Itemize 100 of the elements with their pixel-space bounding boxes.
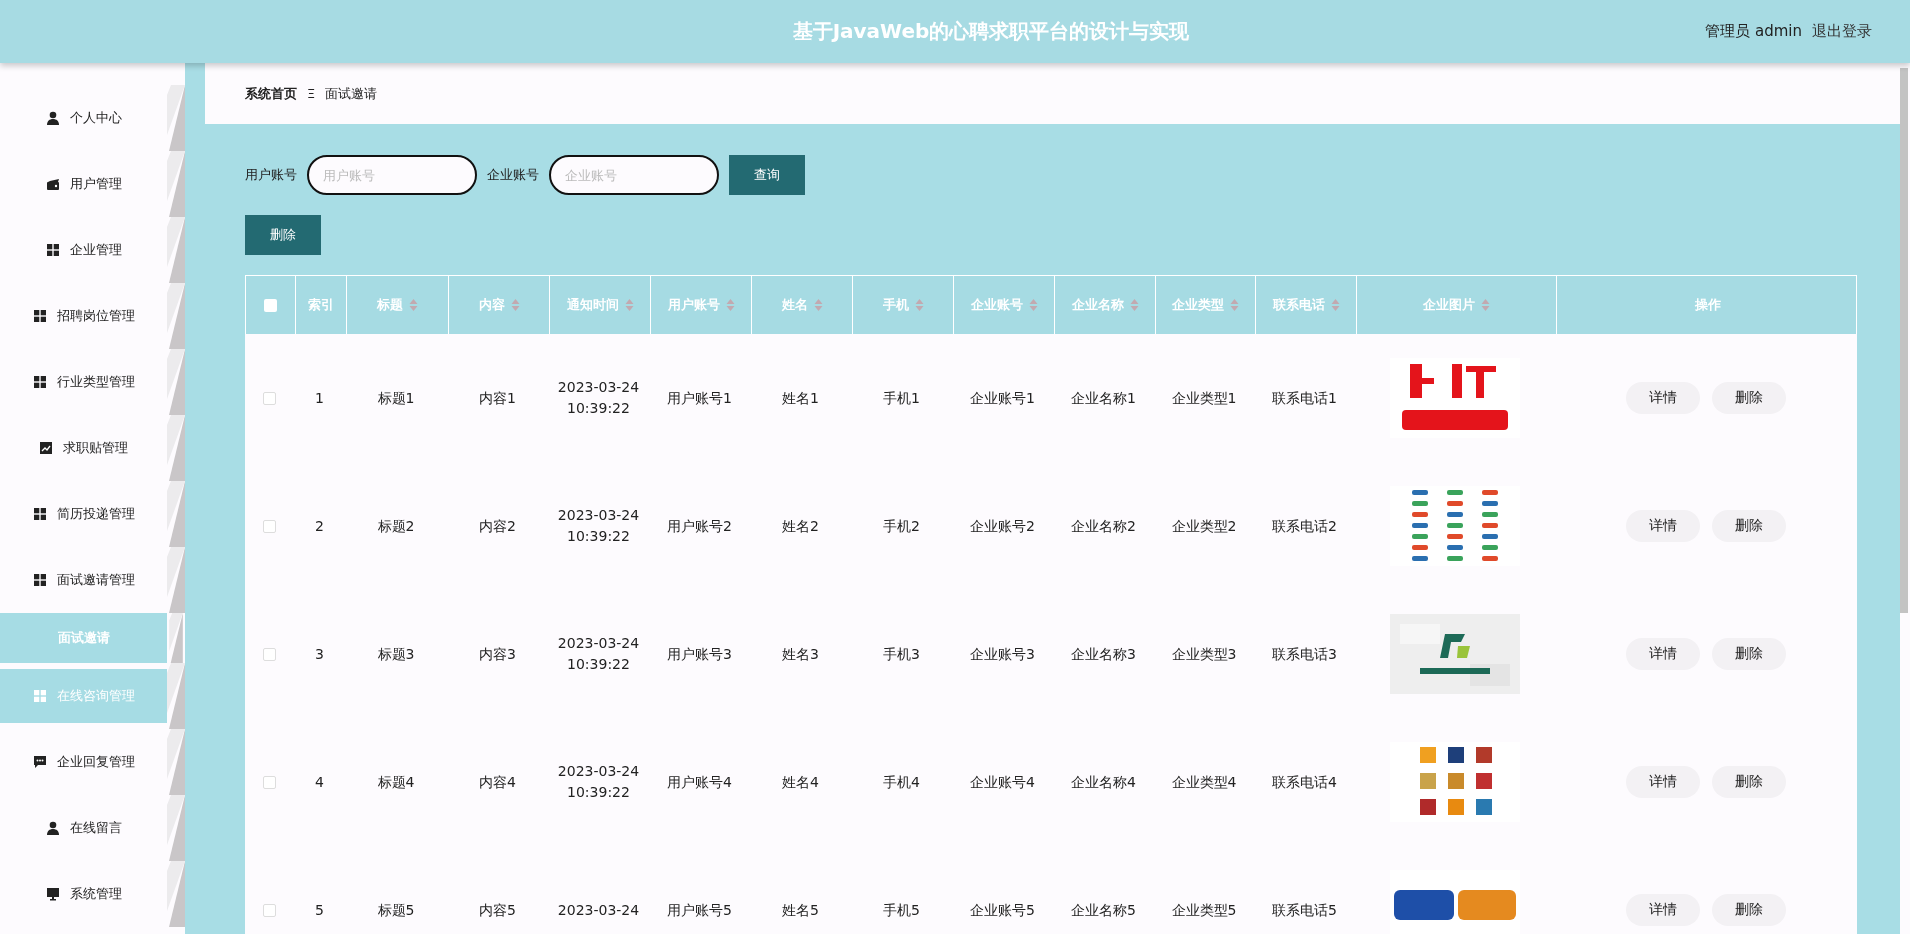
table-cell-text: 企业类型2	[1171, 516, 1237, 536]
sort-icon	[1481, 298, 1490, 312]
table-cell-text: 内容2	[479, 516, 516, 536]
delete-button[interactable]: 删除	[245, 215, 321, 255]
table-cell-text: 企业名称4	[1071, 772, 1136, 792]
sidebar-item[interactable]: 系统管理	[0, 861, 167, 927]
sidebar-item[interactable]: 企业回复管理	[0, 729, 167, 795]
table-cell-text: 联系电话1	[1272, 388, 1337, 408]
user-label: 管理员 admin	[1705, 22, 1802, 41]
table-cell-text: 手机1	[883, 388, 920, 408]
table-cell-text: 企业账号2	[970, 516, 1035, 536]
table-cell-text: 2023-03-24 10:39:22	[556, 506, 641, 546]
checkbox[interactable]	[263, 391, 276, 405]
stripe-decoration	[167, 283, 185, 349]
table-cell-text: 联系电话2	[1272, 516, 1337, 536]
search-field[interactable]: 用户账号	[307, 155, 477, 195]
stripe-decoration	[167, 415, 185, 481]
sort-icon	[1028, 298, 1038, 312]
table-cell-text: 内容4	[479, 772, 516, 792]
checkbox[interactable]	[263, 519, 276, 533]
table-cell-text: 4	[315, 772, 324, 792]
sidebar-item[interactable]: 求职贴管理	[0, 415, 167, 481]
table-cell-text: 3	[315, 644, 324, 664]
grid-icon	[45, 243, 60, 257]
table-cell-text: 企业名称1	[1071, 388, 1136, 408]
checkbox[interactable]	[263, 647, 276, 661]
delete-button[interactable]: 删除	[1712, 638, 1786, 670]
delete-button[interactable]: 删除	[1712, 510, 1786, 542]
table-cell-text: 用户账号2	[667, 516, 732, 536]
table-cell-text: 1	[315, 388, 324, 408]
stripe-decoration	[167, 861, 185, 927]
sort-icon	[1230, 298, 1239, 312]
wallet-icon	[45, 177, 60, 191]
table-cell-text: 2	[315, 516, 324, 536]
stripe-decoration	[167, 349, 185, 415]
table-cell-text: 姓名3	[782, 644, 819, 664]
sidebar-item[interactable]: 行业类型管理	[0, 349, 167, 415]
stripe-decoration	[167, 547, 185, 613]
grid-icon	[32, 507, 47, 521]
table-cell-text: 标题5	[377, 900, 415, 920]
sort-icon	[510, 298, 520, 312]
delete-button[interactable]: 删除	[1712, 766, 1786, 798]
table-cell-text: 企业名称3	[1071, 644, 1136, 664]
table-cell-text: 企业类型5	[1171, 900, 1237, 920]
logout-link[interactable]: 退出登录	[1812, 22, 1872, 41]
table-cell-text: 内容3	[479, 644, 516, 664]
delete-button[interactable]: 删除	[1712, 894, 1786, 926]
sort-icon	[914, 298, 924, 312]
monitor-icon	[45, 887, 60, 901]
breadcrumb-current: 面试邀请	[325, 84, 378, 103]
scrollbar[interactable]	[1900, 68, 1908, 613]
table-cell-text: 姓名4	[782, 772, 819, 792]
grid-icon	[32, 309, 47, 323]
table-cell-text: 用户账号5	[667, 900, 732, 920]
table-cell-text: 企业账号1	[970, 388, 1035, 408]
stripe-decoration	[167, 663, 185, 729]
details-button[interactable]: 详情	[1626, 638, 1700, 670]
sidebar-item[interactable]: 个人中心	[0, 85, 167, 151]
table-cell-text: 2023-03-24 10:39:22	[556, 634, 641, 674]
table-cell-text: 内容1	[479, 388, 516, 408]
sort-icon	[1330, 298, 1340, 312]
grid-icon	[32, 375, 47, 389]
table-cell-text: 2023-03-24	[557, 900, 640, 920]
search-button[interactable]: 查询	[729, 155, 805, 195]
sidebar-item[interactable]: 简历投递管理	[0, 481, 167, 547]
table-cell-text: 手机5	[883, 900, 920, 920]
table-cell-text: 企业账号4	[970, 772, 1035, 792]
delete-button[interactable]: 删除	[1712, 382, 1786, 414]
table-cell-text: 5	[315, 900, 324, 920]
table-cell-text: 企业名称5	[1071, 900, 1136, 920]
search-field[interactable]: 企业账号	[549, 155, 719, 195]
sidebar-item[interactable]: 在线留言	[0, 795, 167, 861]
app-title: 基于JavaWeb的心聘求职平台的设计与实现	[791, 18, 1191, 45]
details-button[interactable]: 详情	[1626, 766, 1700, 798]
checkbox[interactable]	[263, 903, 276, 917]
table-cell-text: 企业账号5	[970, 900, 1035, 920]
breadcrumb-home-link[interactable]: 系统首页	[245, 84, 297, 103]
sidebar-item[interactable]: 企业管理	[0, 217, 167, 283]
table-cell-text: 手机4	[883, 772, 920, 792]
table-cell-text: 企业类型4	[1171, 772, 1237, 792]
breadcrumb-separator: Ξ	[307, 86, 316, 101]
sidebar-item[interactable]: 面试邀请管理	[0, 547, 167, 613]
details-button[interactable]: 详情	[1626, 894, 1700, 926]
chat-icon	[32, 755, 47, 769]
stripe-decoration	[167, 151, 185, 217]
sort-icon	[725, 298, 735, 312]
table-cell-text: 联系电话5	[1272, 900, 1337, 920]
table-cell-text: 企业类型1	[1171, 388, 1237, 408]
checkbox[interactable]	[263, 775, 276, 789]
table-cell-text: 2023-03-24 10:39:22	[556, 378, 641, 418]
table-cell-text: 姓名2	[782, 516, 819, 536]
table-cell-text: 标题4	[377, 772, 415, 792]
table-cell-text: 联系电话3	[1272, 644, 1337, 664]
sidebar-item[interactable]: 用户管理	[0, 151, 167, 217]
checkbox[interactable]	[264, 298, 277, 312]
details-button[interactable]: 详情	[1626, 382, 1700, 414]
sidebar-item[interactable]: 招聘岗位管理	[0, 283, 167, 349]
details-button[interactable]: 详情	[1626, 510, 1700, 542]
field-label: 用户账号	[245, 166, 297, 184]
table-cell-text: 用户账号1	[667, 388, 732, 408]
